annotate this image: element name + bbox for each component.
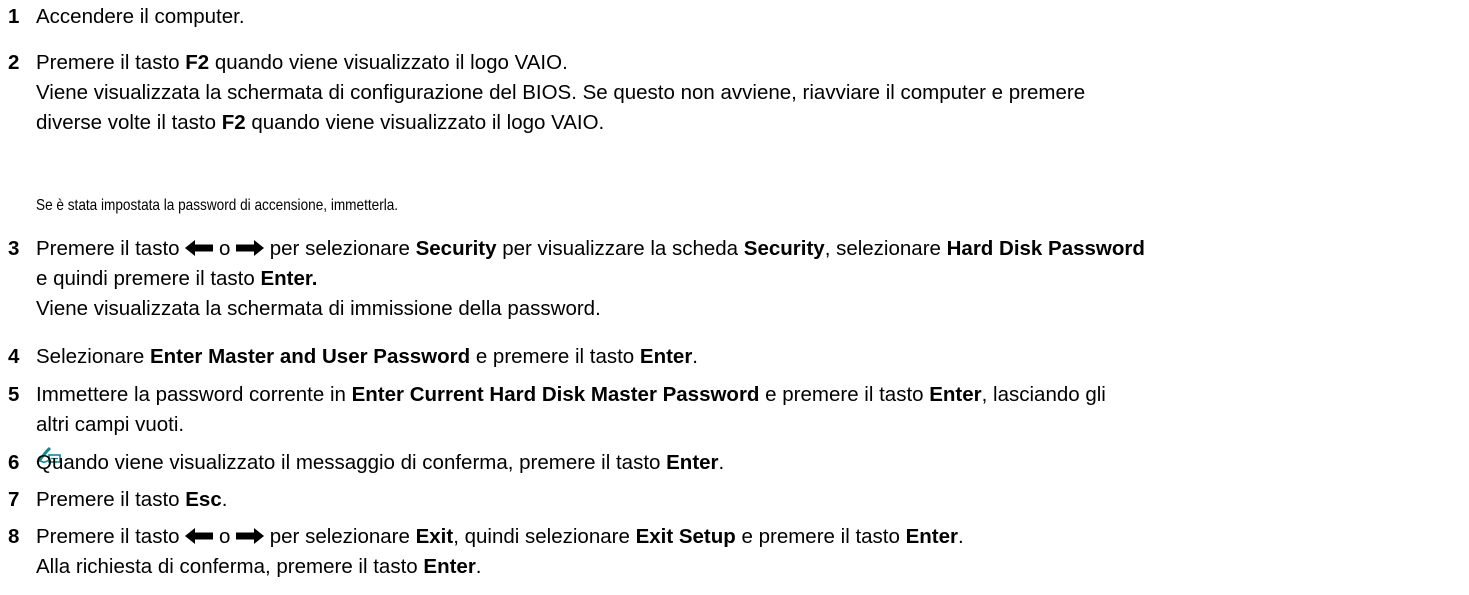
step-text: Quando viene visualizzato il messaggio d… (36, 451, 725, 474)
step-number: 5 (8, 383, 20, 406)
step-text: Premere il tasto F2 quando viene visuali… (36, 51, 1086, 134)
step-number: 3 (8, 237, 20, 260)
step-number: 8 (8, 525, 20, 548)
step-number: 1 (8, 5, 20, 28)
key-f2: F2 (185, 51, 210, 74)
step-text: Immettere la password corrente in Enter … (36, 383, 1106, 436)
left-arrow-icon (185, 239, 214, 256)
right-arrow-icon (236, 527, 265, 544)
note-text: Se è stata impostata la password di acce… (36, 197, 399, 214)
key-f2: F2 (221, 111, 246, 134)
step-number: 2 (8, 51, 20, 74)
step-text: Selezionare Enter Master and User Passwo… (36, 345, 698, 368)
step-text: Premere il tasto o per selezionare Exit,… (36, 525, 964, 578)
step-text: Accendere il computer. (36, 5, 245, 28)
step-number: 6 (8, 451, 20, 474)
left-arrow-icon (185, 527, 214, 544)
step-number: 4 (8, 345, 20, 368)
right-arrow-icon (236, 239, 265, 256)
step-text: Premere il tasto Esc. (36, 488, 228, 511)
step-number: 7 (8, 488, 20, 511)
step-text: Premere il tasto o per selezionare Secur… (36, 237, 1145, 320)
